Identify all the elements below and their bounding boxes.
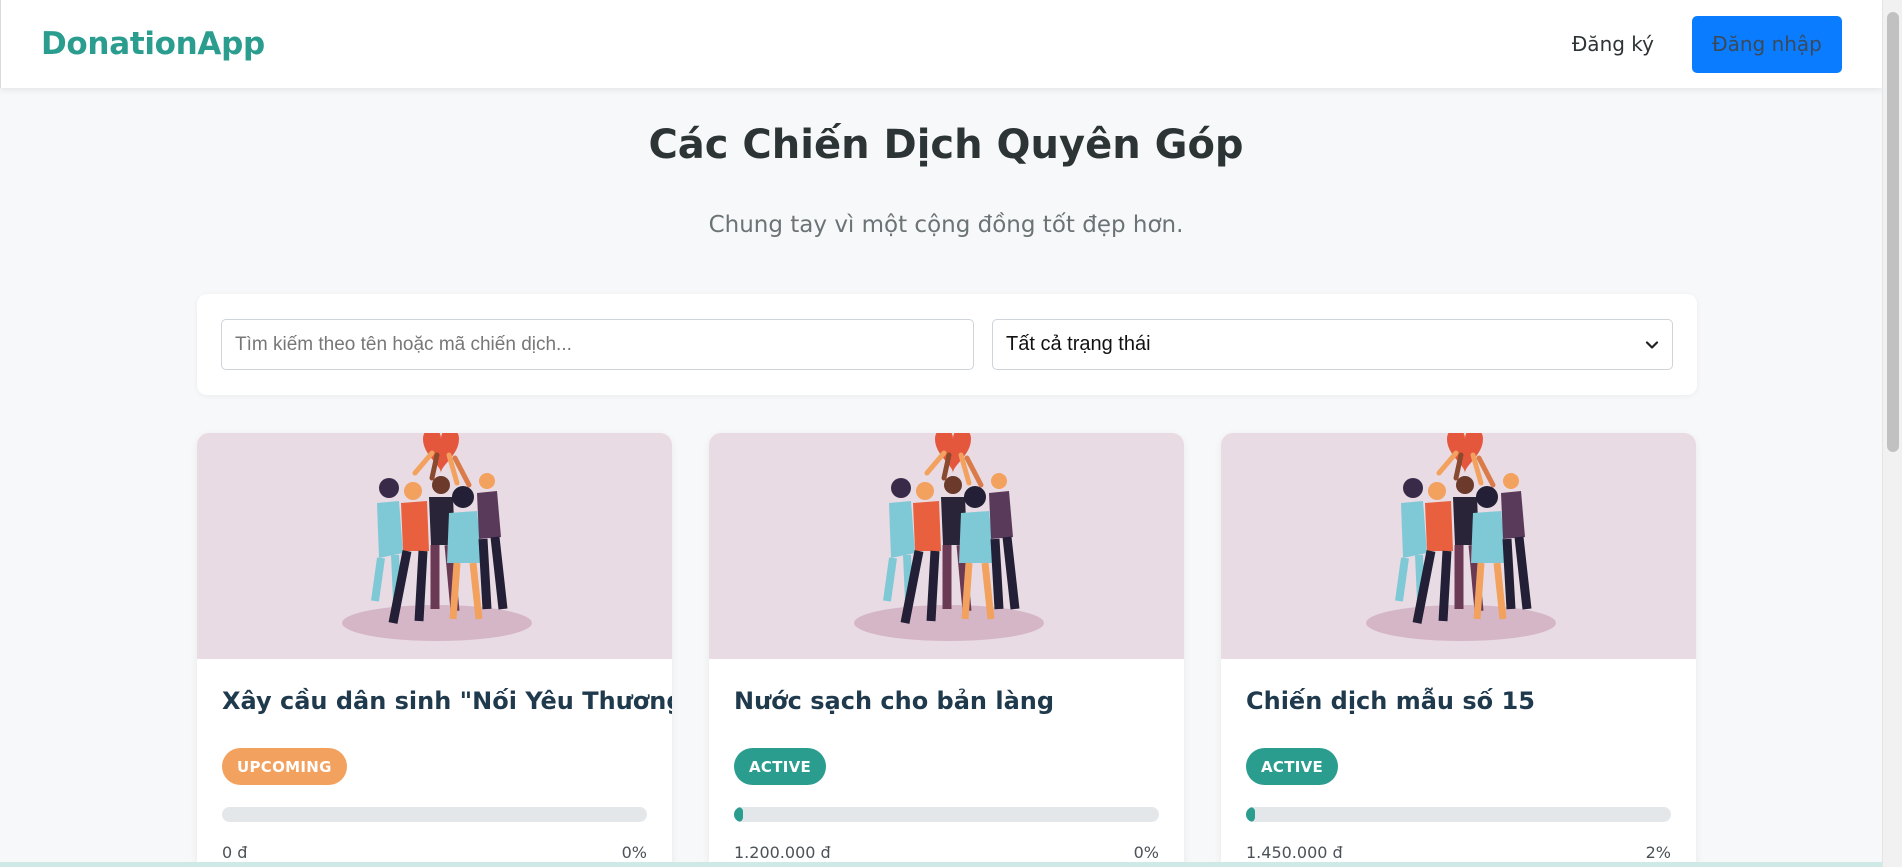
- progress-fill: [734, 807, 743, 822]
- campaign-title[interactable]: Chiến dịch mẫu số 15: [1246, 687, 1535, 715]
- campaign-image: [709, 433, 1184, 659]
- search-input[interactable]: [221, 319, 974, 370]
- raised-amount: 1.450.000 đ: [1246, 843, 1343, 862]
- campaign-card[interactable]: Nước sạch cho bản làng ACTIVE 1.200.000 …: [709, 433, 1184, 867]
- scrollbar-thumb[interactable]: [1887, 12, 1899, 452]
- status-badge: ACTIVE: [1246, 748, 1339, 785]
- login-button[interactable]: Đăng nhập: [1692, 15, 1842, 73]
- page-title: Các Chiến Dịch Quyên Góp: [648, 122, 1244, 168]
- status-select-value: Tất cả trạng thái: [1006, 333, 1151, 355]
- progress-fill: [1246, 807, 1255, 822]
- bottom-edge: [0, 862, 1882, 867]
- status-badge: UPCOMING: [222, 748, 347, 785]
- page-subtitle: Chung tay vì một cộng đồng tốt đẹp hơn.: [708, 212, 1184, 238]
- status-badge: ACTIVE: [734, 748, 827, 785]
- chevron-down-icon: [1645, 340, 1659, 349]
- nav-actions: Đăng ký Đăng nhập: [1572, 15, 1842, 73]
- campaign-image: [197, 433, 672, 659]
- people-lifting-heart-illustration: [1366, 433, 1556, 641]
- status-select[interactable]: Tất cả trạng thái: [992, 319, 1673, 370]
- raised-amount: 1.200.000 đ: [734, 843, 831, 862]
- top-navbar: DonationApp Đăng ký Đăng nhập: [0, 0, 1882, 88]
- vertical-scrollbar[interactable]: [1882, 0, 1902, 867]
- progress-percent: 0%: [1133, 843, 1159, 862]
- progress-bar: [222, 807, 647, 822]
- campaign-card[interactable]: Chiến dịch mẫu số 15 ACTIVE 1.450.000 đ …: [1221, 433, 1696, 867]
- progress-bar: [734, 807, 1159, 822]
- campaign-title[interactable]: Xây cầu dân sinh "Nối Yêu Thương": [222, 687, 672, 715]
- campaign-grid: Xây cầu dân sinh "Nối Yêu Thương" UPCOMI…: [197, 433, 1697, 867]
- progress-percent: 2%: [1645, 843, 1671, 862]
- campaign-image: [1221, 433, 1696, 659]
- brand-logo[interactable]: DonationApp: [41, 26, 265, 62]
- people-lifting-heart-illustration: [342, 433, 532, 641]
- raised-amount: 0 đ: [222, 843, 248, 862]
- progress-bar: [1246, 807, 1671, 822]
- people-lifting-heart-illustration: [854, 433, 1044, 641]
- campaign-title[interactable]: Nước sạch cho bản làng: [734, 687, 1054, 715]
- progress-percent: 0%: [621, 843, 647, 862]
- campaign-card[interactable]: Xây cầu dân sinh "Nối Yêu Thương" UPCOMI…: [197, 433, 672, 867]
- filter-bar: Tất cả trạng thái: [197, 294, 1697, 395]
- register-button[interactable]: Đăng ký: [1572, 32, 1654, 56]
